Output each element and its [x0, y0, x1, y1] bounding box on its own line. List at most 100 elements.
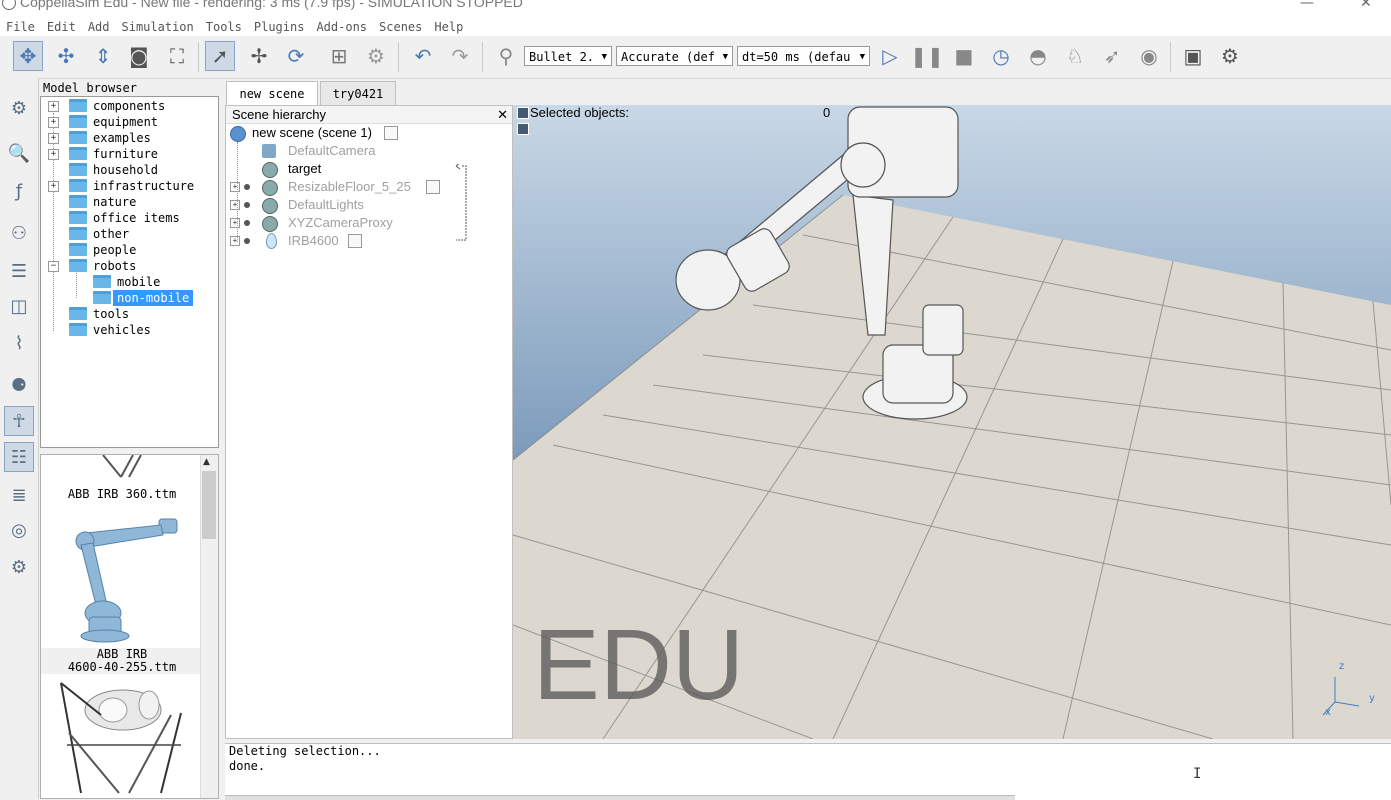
abb-irb390-thumbnail[interactable]: [60, 682, 182, 794]
joint-icon: [266, 233, 277, 249]
text-cursor-icon: I: [1193, 766, 1202, 782]
window-title: CoppeliaSim Edu - New file - rendering: …: [20, 0, 523, 10]
menu-plugins[interactable]: Plugins: [248, 18, 311, 36]
menu-help[interactable]: Help: [428, 18, 469, 36]
object-select-icon[interactable]: ➚: [205, 41, 235, 71]
axis-y-label: y: [1369, 693, 1375, 704]
folder-icon: [69, 163, 87, 176]
menu-scenes[interactable]: Scenes: [373, 18, 428, 36]
expand-icon[interactable]: +: [230, 200, 240, 210]
expand-icon[interactable]: +: [230, 236, 240, 246]
expand-icon[interactable]: +: [48, 101, 59, 112]
expand-icon[interactable]: +: [230, 218, 240, 228]
menu-file[interactable]: File: [0, 18, 41, 36]
folder-icon: [69, 131, 87, 144]
user-settings-icon[interactable]: ⚙: [4, 552, 34, 582]
visualization-icon[interactable]: ◉: [1134, 41, 1164, 71]
menu-tools[interactable]: Tools: [200, 18, 248, 36]
camera-shift-icon[interactable]: ⇕: [88, 41, 118, 71]
camera-rotate-icon[interactable]: ✣: [51, 41, 81, 71]
model-thumbnails: ABB IRB 360.ttm ABB IRB 4600-40-255.ttm ▲: [40, 454, 219, 799]
model-browser-icon[interactable]: ☥: [4, 406, 34, 436]
console-scrollbar[interactable]: [225, 795, 1015, 800]
layers-icon[interactable]: ≣: [4, 480, 34, 510]
object-properties-icon[interactable]: 🔍: [4, 138, 34, 168]
pause-icon[interactable]: ❚❚: [910, 41, 944, 71]
stop-icon[interactable]: ■: [949, 41, 979, 71]
model-browser-tree: + components + equipment + examples + furnit…: [40, 96, 219, 448]
folder-icon: [69, 147, 87, 160]
assemble-icon[interactable]: ⊞: [324, 41, 354, 71]
physics-engine-select[interactable]: Bullet 2. ▼: [524, 46, 612, 66]
model-browser-title: Model browser: [43, 81, 137, 95]
camera-angle-icon[interactable]: ◙: [124, 41, 154, 71]
abb-irb4600-thumbnail[interactable]: [75, 518, 178, 643]
simulation-settings-icon[interactable]: ⚙: [4, 93, 34, 123]
dummy-icon: [262, 162, 278, 178]
scene-page-icon[interactable]: ▣: [1178, 41, 1208, 71]
collections-icon[interactable]: ⚇: [4, 218, 34, 248]
speed-up-icon[interactable]: ♘: [1060, 41, 1090, 71]
folder-icon: [69, 115, 87, 128]
threaded-rendering-icon[interactable]: ➶: [1097, 41, 1127, 71]
dummy-icon: [262, 216, 278, 232]
fit-to-view-icon[interactable]: ⛶: [162, 41, 192, 71]
view-toggle-icon[interactable]: [517, 107, 529, 119]
redo-icon[interactable]: ↷: [445, 41, 475, 71]
real-time-icon[interactable]: ◷: [986, 41, 1016, 71]
camera-pan-icon[interactable]: ✥: [13, 41, 43, 71]
physics-engine-value: Bullet 2.: [529, 50, 595, 64]
view-toggle-icon[interactable]: [517, 123, 529, 135]
selected-objects-label: Selected objects:: [530, 105, 630, 120]
timestep-value: dt=50 ms (defau: [742, 50, 851, 64]
expand-icon[interactable]: +: [48, 133, 59, 144]
title-bar: CoppeliaSim Edu - New file - rendering: …: [0, 0, 1391, 18]
expand-icon[interactable]: +: [48, 181, 59, 192]
model-icon: [244, 238, 250, 244]
close-window-button[interactable]: ✕: [1360, 0, 1372, 11]
model-icon: [244, 184, 250, 190]
globe-icon: [230, 126, 246, 142]
collapse-icon[interactable]: −: [48, 261, 59, 272]
scene-hierarchy-icon[interactable]: ☷: [4, 442, 34, 472]
undo-icon[interactable]: ↶: [408, 41, 438, 71]
accuracy-select[interactable]: Accurate (def ▼: [616, 46, 733, 66]
expand-icon[interactable]: +: [230, 182, 240, 192]
transfer-dna-icon[interactable]: ⚙: [361, 41, 391, 71]
scene-viewport[interactable]: Selected objects: 0 EDU z y x: [513, 105, 1391, 739]
calculation-modules-icon[interactable]: ƒ: [4, 176, 34, 206]
script-icon[interactable]: [348, 234, 362, 248]
menu-edit[interactable]: Edit: [41, 18, 82, 36]
tab-try0421[interactable]: try0421: [320, 81, 396, 105]
scene-selector-icon[interactable]: ⚙: [1215, 41, 1245, 71]
dynamics-icon[interactable]: ⚲: [491, 41, 521, 71]
folder-icon: [69, 99, 87, 112]
script-icon[interactable]: [426, 180, 440, 194]
expand-icon[interactable]: +: [48, 117, 59, 128]
app-icon: [2, 0, 16, 10]
expand-icon[interactable]: +: [48, 149, 59, 160]
tab-new-scene[interactable]: new scene: [226, 81, 318, 105]
start-icon[interactable]: ▷: [875, 41, 905, 71]
shape-edit-icon[interactable]: ◫: [4, 291, 34, 321]
video-recorder-icon[interactable]: ◎: [4, 515, 34, 545]
selection-icon[interactable]: ⚈: [4, 370, 34, 400]
menu-addons[interactable]: Add-ons: [310, 18, 373, 36]
slow-down-icon[interactable]: ◓: [1023, 41, 1053, 71]
status-console[interactable]: Deleting selection... done. I: [225, 743, 1391, 800]
scroll-up-icon[interactable]: ▲: [203, 457, 210, 467]
abb-irb360-thumbnail[interactable]: [102, 455, 142, 478]
scrollbar-thumb[interactable]: [202, 471, 216, 539]
menu-simulation[interactable]: Simulation: [116, 18, 200, 36]
script-icon[interactable]: [384, 126, 398, 140]
close-icon[interactable]: ✕: [497, 106, 508, 124]
scripts-icon[interactable]: ☰: [4, 256, 34, 286]
minimize-button[interactable]: —: [1300, 0, 1314, 11]
thumbnail-scrollbar[interactable]: ▲: [200, 455, 218, 798]
timestep-select[interactable]: dt=50 ms (defau ▼: [737, 46, 870, 66]
menu-add[interactable]: Add: [82, 18, 116, 36]
path-edit-icon[interactable]: ⌇: [4, 328, 34, 358]
folder-icon: [93, 275, 111, 288]
object-rotate-icon[interactable]: ⟳: [281, 41, 311, 71]
object-move-icon[interactable]: ✢: [244, 41, 274, 71]
